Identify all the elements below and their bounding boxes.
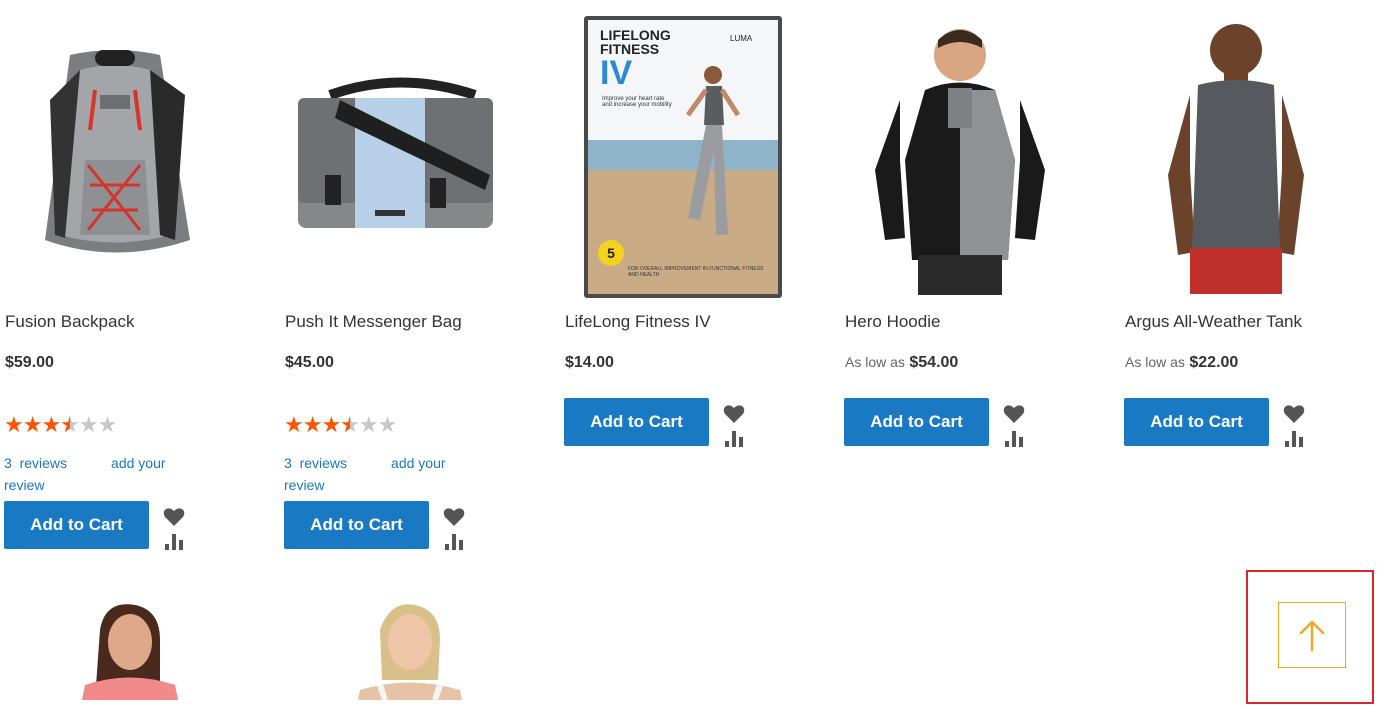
heart-icon[interactable] bbox=[163, 507, 185, 527]
stars-full: ★★★ bbox=[284, 412, 341, 437]
product-card-messenger-bag: Push It Messenger Bag $45.00 ★★★★★★★ 3 r… bbox=[280, 0, 520, 560]
product-card-lifelong-fitness: LIFELONG FITNESS IV LUMA Improve your he… bbox=[560, 0, 800, 460]
product-name[interactable]: Hero Hoodie bbox=[845, 312, 940, 332]
price-prefix: As low as bbox=[1125, 354, 1185, 370]
star-half: ★★ bbox=[340, 414, 360, 436]
price-line: As low as $22.00 bbox=[1125, 354, 1238, 372]
product-card-fusion-backpack: Fusion Backpack $59.00 ★★★★★★★ 3 reviews… bbox=[0, 0, 240, 560]
heart-icon[interactable] bbox=[723, 404, 745, 424]
product-card-argus-tank: Argus All-Weather Tank As low as $22.00 … bbox=[1120, 0, 1360, 460]
stars-full: ★★★ bbox=[4, 412, 61, 437]
reviews-block: 3 reviews add your review bbox=[4, 452, 199, 496]
dvd-badge: 5 bbox=[598, 240, 624, 266]
product-image-argus-tank[interactable] bbox=[1120, 0, 1360, 300]
product-price: $59.00 bbox=[5, 354, 54, 371]
product-image-lifelong-fitness[interactable]: LIFELONG FITNESS IV LUMA Improve your he… bbox=[560, 0, 800, 300]
product-image-hero-hoodie[interactable] bbox=[840, 0, 1080, 300]
compare-bars-icon[interactable] bbox=[1004, 429, 1024, 447]
add-to-cart-button[interactable]: Add to Cart bbox=[844, 398, 989, 446]
compare-bars-icon[interactable] bbox=[724, 429, 744, 447]
add-to-cart-button[interactable]: Add to Cart bbox=[4, 501, 149, 549]
product-image-partial-1[interactable] bbox=[60, 600, 200, 700]
stars-empty: ★★ bbox=[358, 412, 397, 437]
reviews-block: 3 reviews add your review bbox=[284, 452, 479, 496]
price-line: $59.00 bbox=[5, 354, 54, 372]
dvd-cover: LIFELONG FITNESS IV LUMA Improve your he… bbox=[584, 16, 782, 298]
product-price: $14.00 bbox=[565, 354, 614, 371]
stars-empty: ★★ bbox=[78, 412, 117, 437]
rating-stars: ★★★★★★★ bbox=[284, 412, 397, 437]
heart-icon[interactable] bbox=[1003, 404, 1025, 424]
product-name[interactable]: Argus All-Weather Tank bbox=[1125, 312, 1302, 332]
star-half-fill: ★ bbox=[340, 414, 349, 436]
arrow-up-icon bbox=[1299, 620, 1325, 652]
product-price: $45.00 bbox=[285, 354, 334, 371]
price-line: $45.00 bbox=[285, 354, 334, 372]
product-image-partial-2[interactable] bbox=[340, 600, 480, 700]
add-to-cart-button[interactable]: Add to Cart bbox=[284, 501, 429, 549]
heart-icon[interactable] bbox=[443, 507, 465, 527]
product-price: $22.00 bbox=[1189, 354, 1239, 371]
product-image-messenger-bag[interactable] bbox=[280, 0, 520, 300]
star-half-fill: ★ bbox=[60, 414, 69, 436]
product-card-hero-hoodie: Hero Hoodie As low as $54.00 Add to Cart bbox=[840, 0, 1080, 460]
price-line: $14.00 bbox=[565, 354, 614, 372]
add-to-cart-button[interactable]: Add to Cart bbox=[564, 398, 709, 446]
reviews-count-link[interactable]: 3 reviews bbox=[4, 455, 67, 471]
compare-bars-icon[interactable] bbox=[164, 532, 184, 550]
star-half: ★★ bbox=[60, 414, 80, 436]
rating-stars: ★★★★★★★ bbox=[4, 412, 117, 437]
product-price: $54.00 bbox=[909, 354, 959, 371]
product-image-fusion-backpack[interactable] bbox=[0, 0, 240, 300]
dvd-footer: FOR OVERALL IMPROVEMENT IN FUNCTIONAL FI… bbox=[628, 266, 764, 278]
compare-bars-icon[interactable] bbox=[444, 532, 464, 550]
scroll-to-top-button[interactable] bbox=[1278, 602, 1346, 668]
reviews-count-link[interactable]: 3 reviews bbox=[284, 455, 347, 471]
add-to-cart-button[interactable]: Add to Cart bbox=[1124, 398, 1269, 446]
price-line: As low as $54.00 bbox=[845, 354, 958, 372]
product-name[interactable]: Push It Messenger Bag bbox=[285, 312, 462, 332]
product-name[interactable]: LifeLong Fitness IV bbox=[565, 312, 711, 332]
price-prefix: As low as bbox=[845, 354, 905, 370]
product-name[interactable]: Fusion Backpack bbox=[5, 312, 134, 332]
heart-icon[interactable] bbox=[1283, 404, 1305, 424]
compare-bars-icon[interactable] bbox=[1284, 429, 1304, 447]
